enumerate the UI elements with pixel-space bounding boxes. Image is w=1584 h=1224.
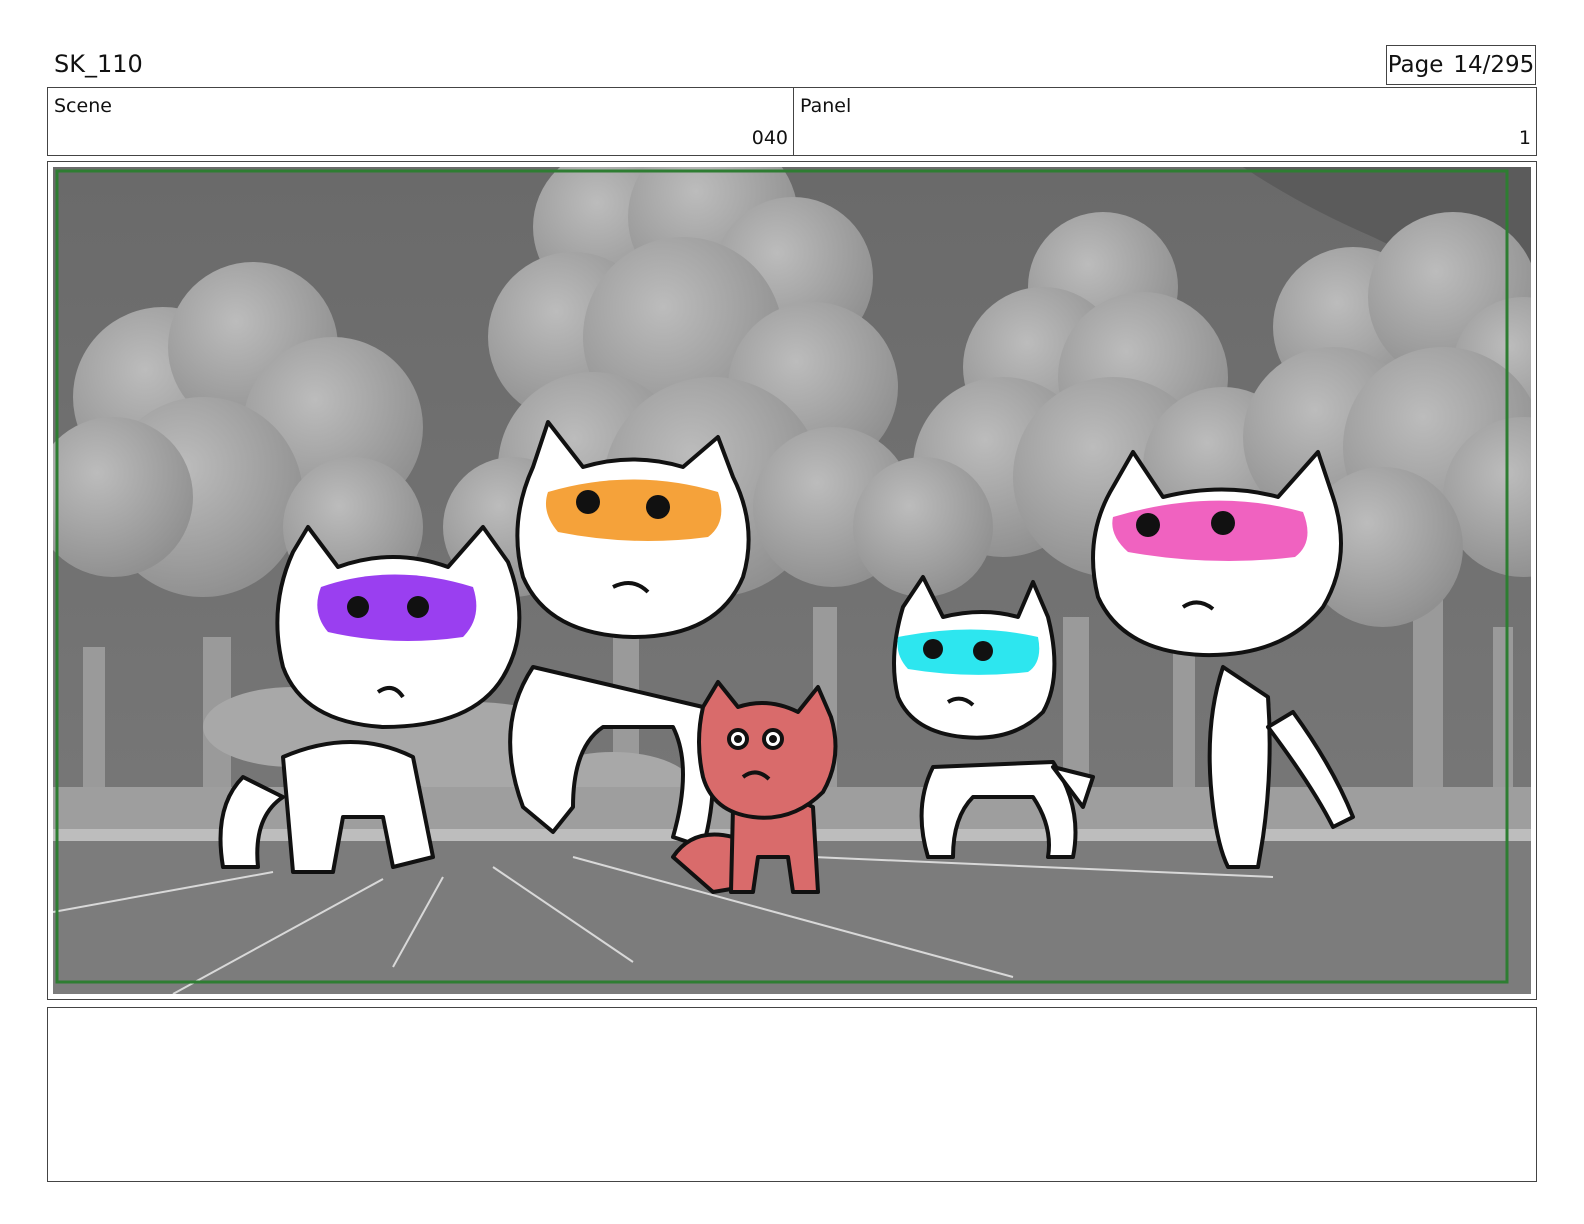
page-indicator: Page 14/295 (1386, 45, 1536, 85)
panel-label: Panel (800, 95, 852, 117)
scene-value: 040 (751, 127, 788, 149)
panel-value: 1 (1518, 127, 1531, 149)
panel-cell: Panel 1 (794, 88, 1536, 155)
scene-cell: Scene 040 (48, 88, 794, 155)
notes-box[interactable] (47, 1007, 1537, 1182)
document-title: SK_110 (54, 50, 143, 78)
scene-label: Scene (54, 95, 112, 117)
page-number: 14/295 (1453, 52, 1535, 78)
storyboard-frame (47, 161, 1537, 1000)
page-label: Page (1387, 52, 1444, 78)
storyboard-artwork (53, 167, 1531, 994)
scene-panel-row: Scene 040 Panel 1 (47, 87, 1537, 156)
